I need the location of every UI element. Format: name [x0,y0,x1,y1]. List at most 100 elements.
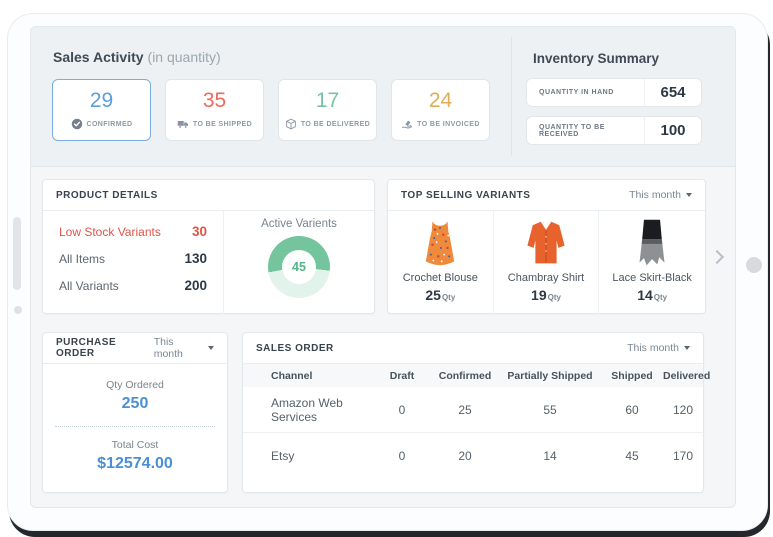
table-row-etsy: Etsy 0 20 14 45 170 [243,433,703,478]
sales-order-panel: SALES ORDER This month Channel Draft Con… [242,332,704,493]
active-variants-value: 45 [282,250,316,284]
low-stock-variants-label: Low Stock Variants [59,225,161,239]
all-items-value: 130 [184,251,207,266]
invoice-icon [401,118,413,130]
lace-skirt-black-image [634,218,670,268]
top-selling-variants-panel: TOP SELLING VARIANTS This month Crochet … [387,179,706,314]
card-to-be-invoiced[interactable]: 24 TO BE INVOICED [391,79,490,141]
chambray-shirt-image [523,219,569,267]
all-variants-value: 200 [184,278,207,293]
row-confirmed: 20 [431,449,499,463]
to-be-invoiced-count: 24 [429,90,452,111]
all-items-label: All Items [59,252,105,266]
col-channel: Channel [243,370,373,382]
purchase-order-period-label: This month [154,336,203,360]
chambray-shirt-qty-value: 19 [531,287,547,303]
col-partially-shipped: Partially Shipped [499,370,601,382]
card-to-be-delivered[interactable]: 17 TO BE DELIVERED [278,79,377,141]
to-be-delivered-count: 17 [316,90,339,111]
top-selling-period-dropdown[interactable]: This month [629,189,692,201]
low-stock-variants-value: 30 [192,224,207,239]
sales-order-period-dropdown[interactable]: This month [627,342,690,354]
quantity-in-hand-label: QUANTITY IN HAND [527,89,644,96]
row-channel: Amazon Web Services [243,396,373,424]
quantity-to-be-received-value: 100 [644,117,701,144]
quantity-to-be-received-row: QUANTITY TO BE RECEIVED 100 [526,116,702,145]
chambray-shirt-qty: 19Qty [494,287,599,303]
product-details-title: PRODUCT DETAILS [56,190,158,201]
to-be-invoiced-label: TO BE INVOICED [417,121,480,128]
confirmed-label: CONFIRMED [87,121,133,128]
qty-ordered-value: 250 [43,395,227,413]
chambray-shirt-qty-unit: Qty [548,293,561,302]
table-row-amazon-web-services: Amazon Web Services 0 25 55 60 120 [243,387,703,433]
top-selling-title: TOP SELLING VARIANTS [401,190,530,201]
row-shipped: 60 [601,403,663,417]
tablet-side-slot [13,217,21,290]
crochet-blouse-qty-value: 25 [425,287,441,303]
row-channel: Etsy [243,449,373,463]
sales-order-period-label: This month [627,342,679,354]
sales-activity-title: Sales Activity(in quantity) [53,49,221,65]
package-icon [285,118,297,130]
sales-activity-cards: 29 CONFIRMED 35 TO BE SHIPPED [52,79,490,141]
row-shipped: 45 [601,449,663,463]
to-be-shipped-count: 35 [203,90,226,111]
dashboard-screen: Sales Activity(in quantity) 29 CONFIRMED… [30,26,736,508]
active-variants-label: Active Varients [224,218,374,230]
chambray-shirt-name: Chambray Shirt [494,272,599,284]
qty-ordered-label: Qty Ordered [43,379,227,391]
crochet-blouse-qty: 25Qty [388,287,493,303]
card-to-be-shipped[interactable]: 35 TO BE SHIPPED [165,79,264,141]
chevron-down-icon [208,346,214,350]
row-delivered: 170 [663,449,703,463]
inventory-summary-list: QUANTITY IN HAND 654 QUANTITY TO BE RECE… [526,78,702,145]
row-partially-shipped: 14 [499,449,601,463]
chevron-down-icon [686,193,692,197]
col-confirmed: Confirmed [431,370,499,382]
lace-skirt-black-qty-unit: Qty [654,293,667,302]
purchase-order-period-dropdown[interactable]: This month [154,336,214,360]
low-stock-variants-row[interactable]: Low Stock Variants 30 [59,224,207,239]
col-delivered: Delivered [663,370,710,382]
check-circle-icon [71,118,83,130]
row-delivered: 120 [663,403,703,417]
all-variants-row[interactable]: All Variants 200 [59,278,207,293]
lace-skirt-black-qty: 14Qty [599,287,705,303]
chevron-down-icon [684,346,690,350]
card-confirmed[interactable]: 29 CONFIRMED [52,79,151,141]
total-cost-value: $12574.00 [43,455,227,473]
purchase-order-panel: PURCHASE ORDER This month Qty Ordered 25… [42,332,228,493]
active-variants-donut: 45 [268,236,330,298]
variant-crochet-blouse[interactable]: Crochet Blouse 25Qty [388,211,494,314]
to-be-delivered-label: TO BE DELIVERED [301,121,370,128]
all-items-row[interactable]: All Items 130 [59,251,207,266]
carousel-next-icon[interactable] [710,250,724,264]
variant-lace-skirt-black[interactable]: Lace Skirt-Black 14Qty [599,211,705,314]
product-details-stats: Low Stock Variants 30 All Items 130 All … [43,211,224,314]
to-be-shipped-label: TO BE SHIPPED [193,121,252,128]
sales-order-title: SALES ORDER [256,343,334,354]
top-selling-period-label: This month [629,189,681,201]
crochet-blouse-name: Crochet Blouse [388,272,493,284]
crochet-blouse-image [420,218,460,268]
quantity-in-hand-row: QUANTITY IN HAND 654 [526,78,702,107]
quantity-in-hand-value: 654 [644,79,701,106]
row-draft: 0 [373,449,431,463]
row-partially-shipped: 55 [499,403,601,417]
col-shipped: Shipped [601,370,663,382]
purchase-order-divider [55,426,215,427]
sales-order-table-header: Channel Draft Confirmed Partially Shippe… [243,364,703,387]
all-variants-label: All Variants [59,279,119,293]
row-draft: 0 [373,403,431,417]
crochet-blouse-qty-unit: Qty [442,293,455,302]
sales-activity-title-sub: (in quantity) [148,49,221,65]
col-draft: Draft [373,370,431,382]
inventory-summary-title: Inventory Summary [533,51,659,66]
row-confirmed: 25 [431,403,499,417]
quantity-to-be-received-label: QUANTITY TO BE RECEIVED [527,124,644,138]
lace-skirt-black-qty-value: 14 [637,287,653,303]
variant-chambray-shirt[interactable]: Chambray Shirt 19Qty [494,211,600,314]
lace-skirt-black-name: Lace Skirt-Black [599,272,705,284]
tablet-home-button [746,257,762,273]
